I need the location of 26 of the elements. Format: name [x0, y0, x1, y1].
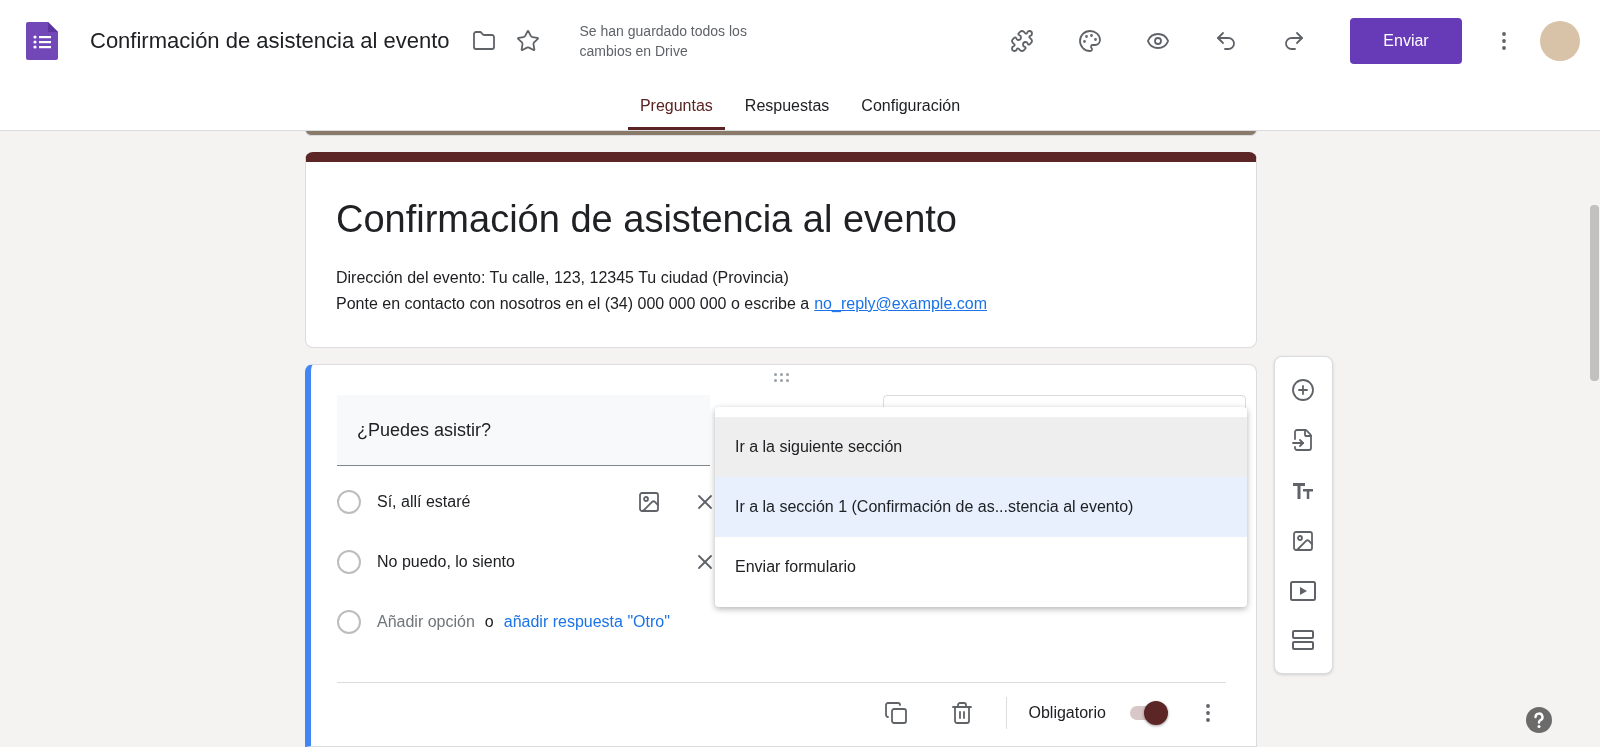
radio-placeholder-icon — [337, 610, 361, 634]
radio-button[interactable] — [337, 490, 361, 514]
option-label[interactable]: No puedo, lo siento — [377, 553, 637, 571]
menu-item[interactable]: Ir a la sección 1 (Confirmación de as...stencia al evento) — [715, 477, 1247, 537]
save-status: Se han guardado todos los cambios en Drive — [579, 22, 748, 61]
option-label[interactable]: Sí, allí estaré — [377, 493, 637, 511]
add-option-text[interactable]: Añadir opción — [377, 613, 475, 631]
contact-text: Ponte en contacto con nosotros en el (34) 000 000 000 o escribe a — [336, 294, 810, 314]
send-button[interactable]: Enviar — [1350, 18, 1462, 64]
scrollbar-thumb[interactable] — [1590, 205, 1599, 381]
or-text: o — [484, 613, 494, 631]
add-other-link[interactable]: añadir respuesta "Otro" — [503, 613, 670, 631]
question-title-field[interactable]: ¿Puedes asistir? — [337, 395, 710, 466]
document-title[interactable]: Confirmación de asistencia al evento — [90, 28, 450, 54]
address-text: Dirección del evento: Tu calle, 123, 12345 Tu ciudad (Provincia) — [336, 268, 790, 288]
email-link[interactable]: no_reply@example.com — [814, 291, 987, 317]
help-icon[interactable] — [1526, 707, 1552, 733]
tab[interactable]: Respuestas — [732, 82, 842, 130]
image-icon[interactable] — [637, 490, 661, 514]
drag-handle-icon[interactable] — [774, 373, 789, 382]
menu-item[interactable]: Ir a la siguiente sección — [715, 417, 1247, 477]
required-label: Obligatorio — [1028, 704, 1106, 722]
radio-button[interactable] — [337, 550, 361, 574]
tab[interactable]: Configuración — [849, 82, 973, 130]
menu-item[interactable]: Enviar formulario — [715, 537, 1247, 597]
form-title[interactable]: Confirmación de asistencia al evento — [336, 198, 1226, 241]
